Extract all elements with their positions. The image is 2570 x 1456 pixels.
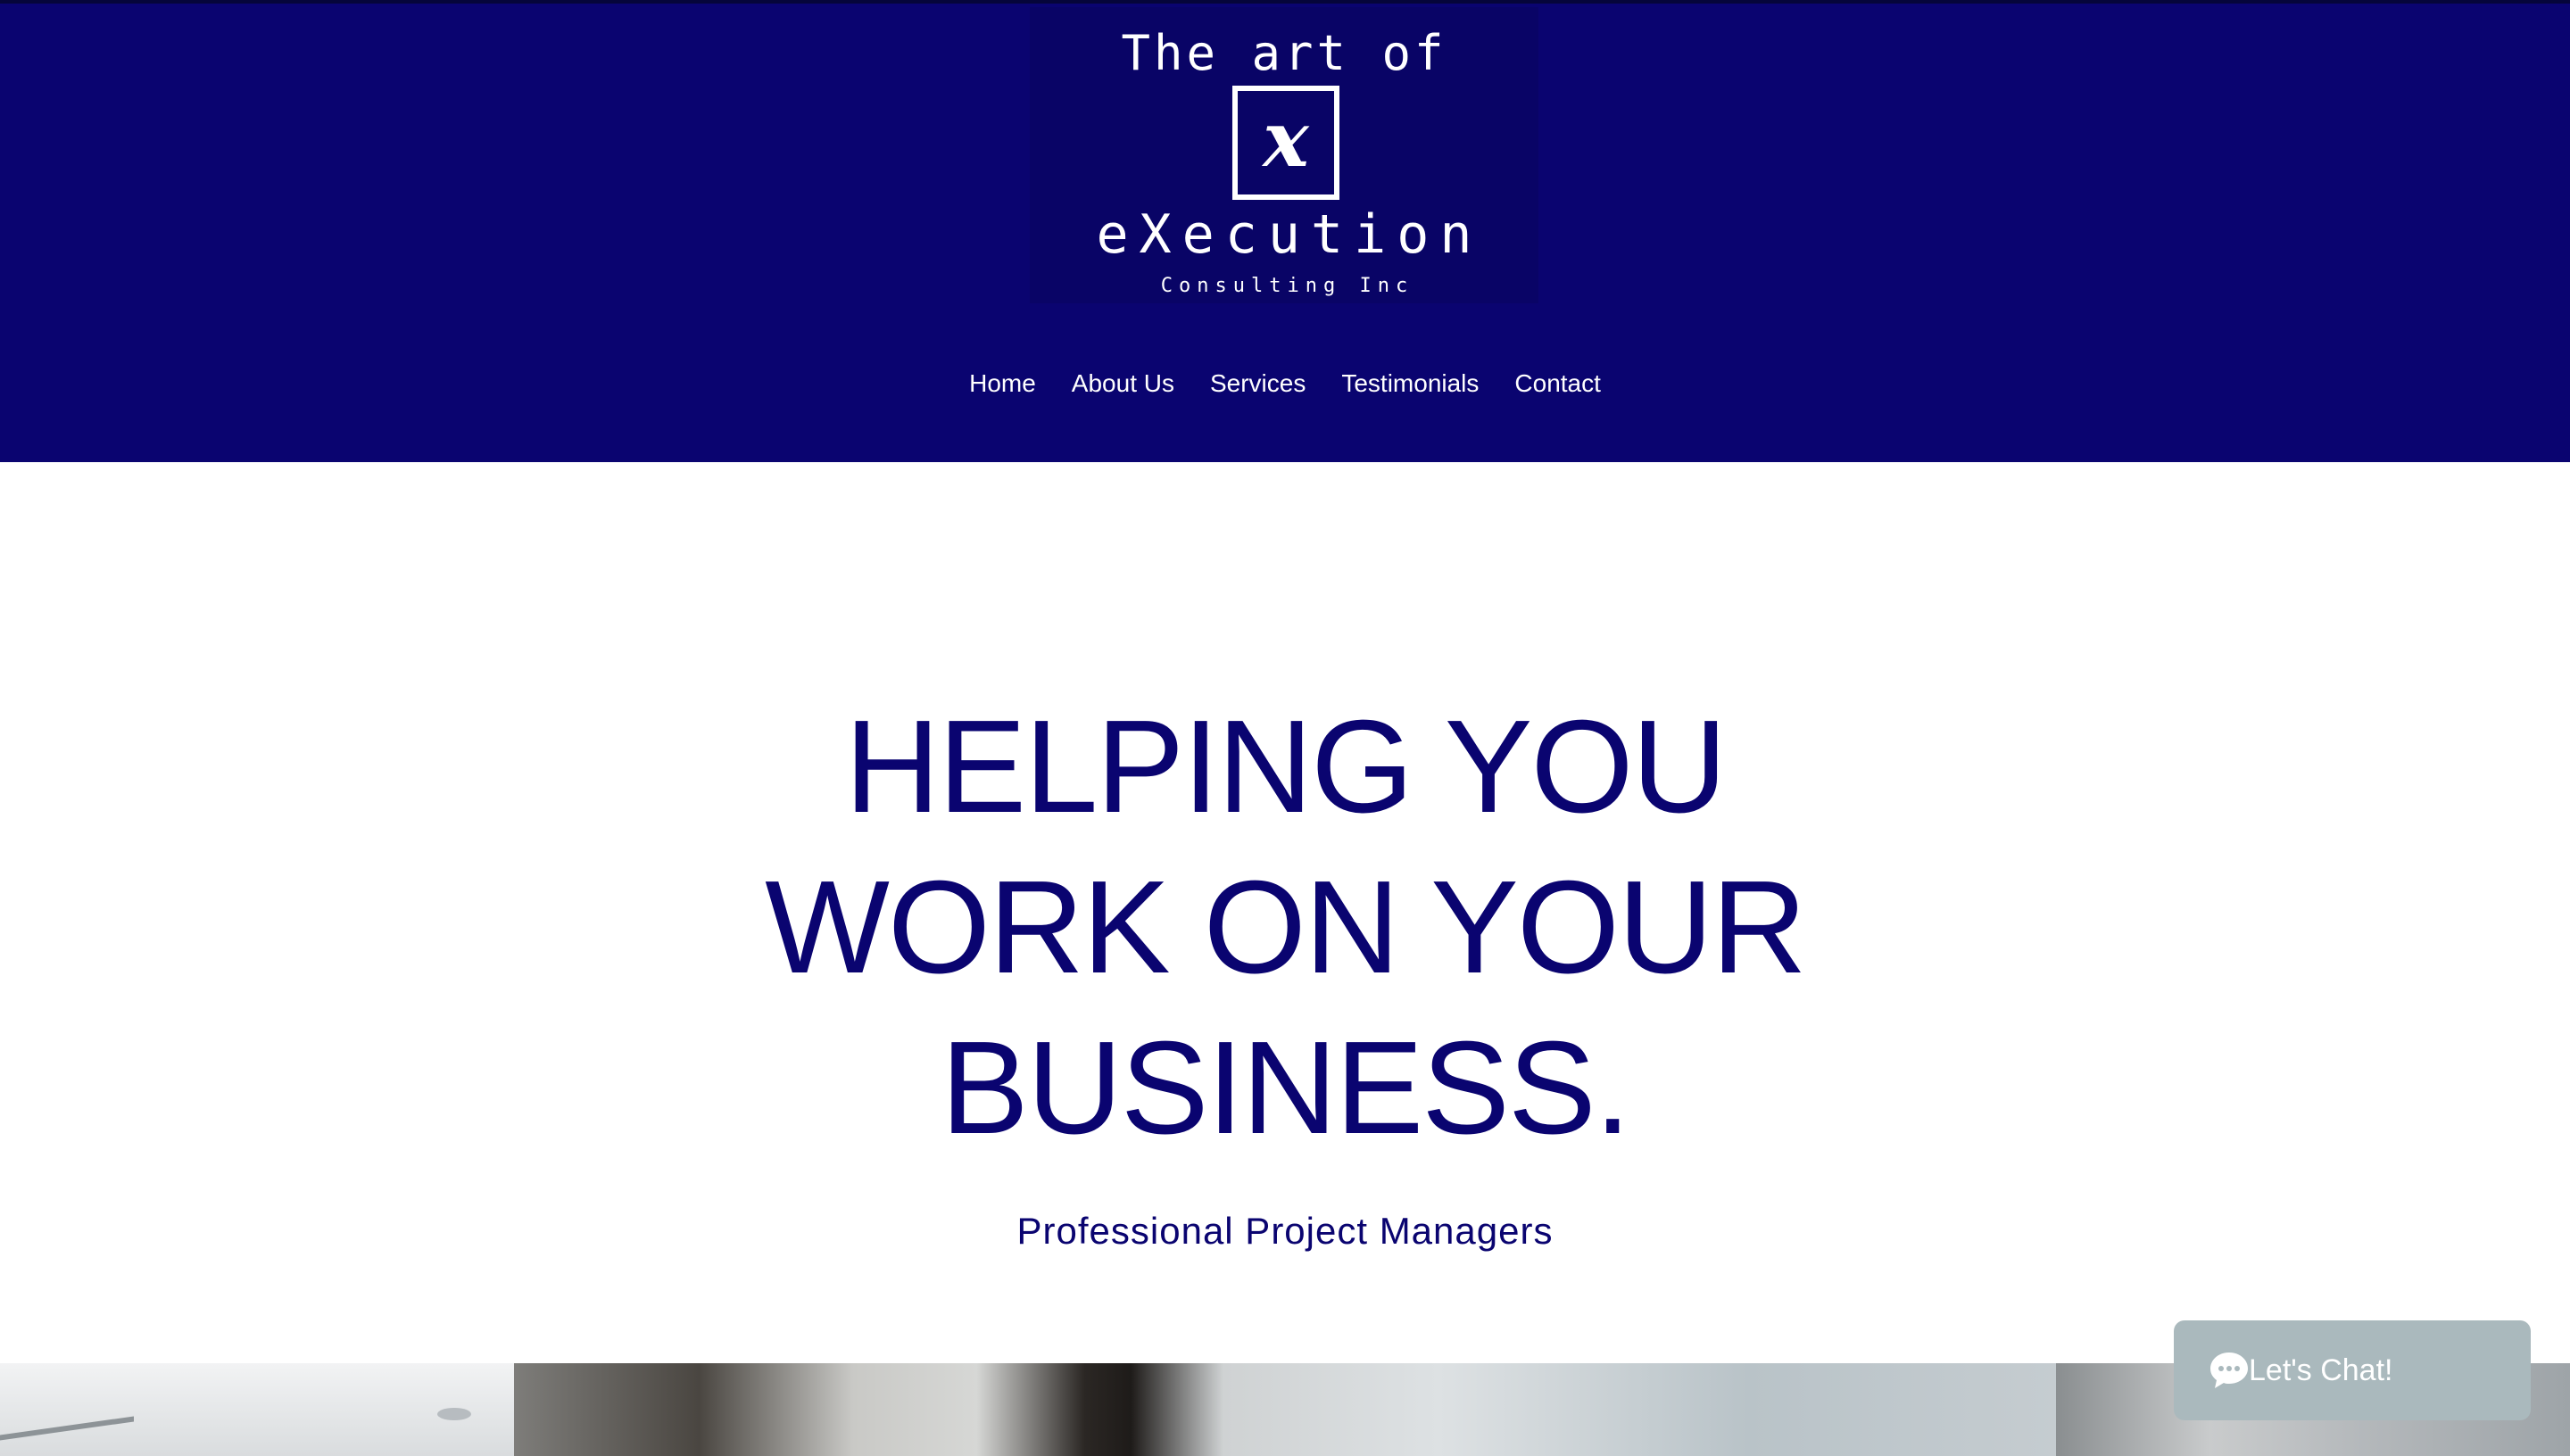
hero-title-line-2: WORK ON YOUR [765, 854, 1807, 1001]
nav-item-testimonials[interactable]: Testimonials [1341, 369, 1479, 398]
main-navigation: Home About Us Services Testimonials Cont… [0, 360, 2570, 407]
site-logo[interactable]: The art of x eXecution Consulting Inc [1030, 7, 1538, 303]
logo-mark-letter: x [1263, 95, 1309, 185]
nav-item-about-us[interactable]: About Us [1072, 369, 1174, 398]
office-photo-1 [0, 1363, 514, 1456]
nav-item-contact[interactable]: Contact [1514, 369, 1601, 398]
chat-label: Let's Chat! [2249, 1353, 2393, 1387]
hero-title-line-3: BUSINESS. [941, 1014, 1631, 1162]
logo-line-2: eXecution [1096, 203, 1483, 266]
logo-line-1: The art of [1121, 25, 1447, 81]
hero-title: HELPING YOU WORK ON YOUR BUSINESS. [0, 687, 2570, 1169]
hero-subtitle: Professional Project Managers [1016, 1210, 1554, 1252]
hero-title-line-1: HELPING YOU [844, 693, 1728, 840]
office-photo-2 [514, 1363, 2056, 1456]
site-header: The art of x eXecution Consulting Inc Ho… [0, 4, 2570, 462]
logo-line-3: Consulting Inc [1160, 275, 1414, 297]
nav-item-home[interactable]: Home [969, 369, 1036, 398]
nav-item-services[interactable]: Services [1210, 369, 1306, 398]
chat-button[interactable]: Let's Chat! [2174, 1320, 2531, 1420]
logo-x-mark-icon: x [1232, 86, 1339, 200]
chat-bubble-icon [2210, 1353, 2248, 1388]
